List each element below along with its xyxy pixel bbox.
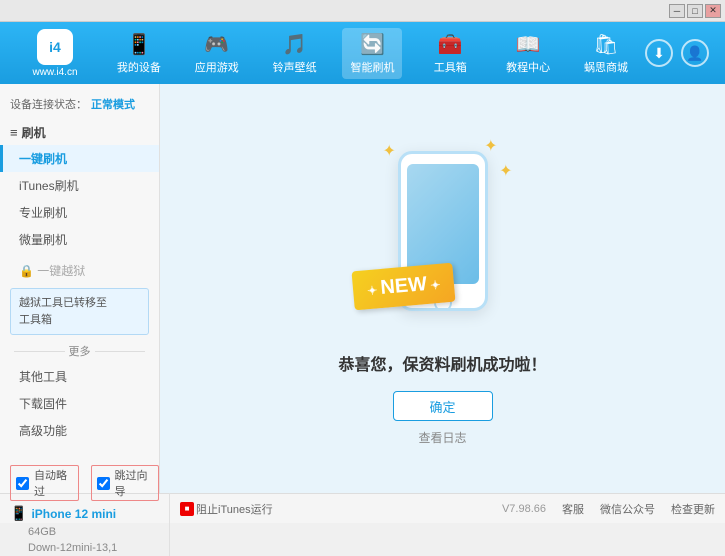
toolbox-icon: 🧰 [438,32,463,57]
divider-line-left [14,351,65,352]
smart-flash-label: 智能刷机 [350,59,394,75]
version-text: V7.98.66 [502,503,546,515]
phone-illustration: ✦ ✦ ✦ NEW [363,131,523,331]
device-storage: 64GB [28,526,56,538]
device-model-row: Down-12mini-13,1 [0,540,169,556]
app-games-icon: 🎮 [204,32,229,57]
maximize-button[interactable]: □ [687,4,703,18]
skip-wizard-input[interactable] [97,477,110,490]
nav-items: 📱 我的设备 🎮 应用游戏 🎵 铃声壁纸 🔄 智能刷机 🧰 工具箱 📖 教程中心… [100,28,645,79]
download-button[interactable]: ⬇ [645,39,673,67]
divider-line-right [95,351,146,352]
status-value: 正常模式 [91,96,135,112]
title-bar: ─ □ ✕ [0,0,725,22]
my-device-icon: 📱 [126,32,151,57]
skip-wizard-checkbox[interactable]: 跳过向导 [91,465,160,501]
logo-subtext: www.i4.cn [32,67,77,78]
logo-icon: i4 [37,29,73,65]
sidebar-item-jailbreak: 🔒 一键越狱 [0,257,159,284]
minimize-button[interactable]: ─ [669,4,685,18]
flash-section: ≡ 刷机 一键刷机 iTunes刷机 专业刷机 微量刷机 [0,116,159,257]
device-storage-row: 64GB [0,524,169,540]
app-games-label: 应用游戏 [195,59,239,75]
sidebar-item-itunes-flash[interactable]: iTunes刷机 [0,172,159,199]
device-checkboxes: 自动略过 跳过向导 [0,461,169,503]
jailbreak-notice: 越狱工具已转移至 工具箱 [10,288,149,335]
sparkle-2: ✦ [484,136,497,156]
nav-tutorial[interactable]: 📖 教程中心 [498,28,558,79]
device-status: 设备连接状态： 正常模式 [0,92,159,116]
sidebar-item-other-tools[interactable]: 其他工具 [0,363,159,390]
tutorial-icon: 📖 [516,32,541,57]
sparkle-3: ✦ [499,161,512,181]
device-info-row: 📱 iPhone 12 mini [0,503,169,524]
window-controls: ─ □ ✕ [669,4,721,18]
nav-app-games[interactable]: 🎮 应用游戏 [187,28,247,79]
auto-skip-label: 自动略过 [34,467,73,499]
bottom-bar: 自动略过 跳过向导 📱 iPhone 12 mini 64GB Down-12m… [0,493,725,523]
sidebar-item-one-click-flash[interactable]: 一键刷机 [0,145,159,172]
sidebar: 设备连接状态： 正常模式 ≡ 刷机 一键刷机 iTunes刷机 专业刷机 微量刷… [0,84,160,493]
nav-ringtone[interactable]: 🎵 铃声壁纸 [265,28,325,79]
flash-section-icon: ≡ [10,125,18,140]
nav-my-device[interactable]: 📱 我的设备 [109,28,169,79]
logo-area: i4 www.i4.cn [10,29,100,78]
user-button[interactable]: 👤 [681,39,709,67]
stop-itunes-label[interactable]: 阻止iTunes运行 [196,501,273,517]
header-right: ⬇ 👤 [645,39,715,67]
device-model: Down-12mini-13,1 [28,542,117,554]
sidebar-item-advanced-features[interactable]: 高级功能 [0,417,159,444]
weisi-mall-icon: 🛍 [593,32,618,57]
sparkle-1: ✦ [383,141,396,161]
header: i4 www.i4.cn 📱 我的设备 🎮 应用游戏 🎵 铃声壁纸 🔄 智能刷机… [0,22,725,84]
ringtone-icon: 🎵 [282,32,307,57]
nav-smart-flash[interactable]: 🔄 智能刷机 [342,28,402,79]
toolbox-label: 工具箱 [434,59,467,75]
content-area: ✦ ✦ ✦ NEW 恭喜您，保资料刷机成功啦！ 确定 查看日志 [160,84,725,493]
weisi-mall-label: 蜗思商城 [584,59,628,75]
confirm-button[interactable]: 确定 [393,391,493,421]
close-button[interactable]: ✕ [705,4,721,18]
success-text: 恭喜您，保资料刷机成功啦！ [338,351,546,375]
main-area: 设备连接状态： 正常模式 ≡ 刷机 一键刷机 iTunes刷机 专业刷机 微量刷… [0,84,725,493]
stop-itunes-row: ■ 阻止iTunes运行 [170,501,283,517]
tutorial-label: 教程中心 [506,59,550,75]
bottom-right-links: V7.98.66 客服 微信公众号 检查更新 [502,501,725,517]
sidebar-item-pro-flash[interactable]: 专业刷机 [0,199,159,226]
customer-service-link[interactable]: 客服 [562,501,584,517]
nav-weisi-mall[interactable]: 🛍 蜗思商城 [576,28,636,79]
flash-section-label: 刷机 [22,124,46,141]
wechat-public-link[interactable]: 微信公众号 [600,501,655,517]
auto-skip-checkbox[interactable]: 自动略过 [10,465,79,501]
smart-flash-icon: 🔄 [360,32,385,57]
sidebar-item-small-flash[interactable]: 微量刷机 [0,226,159,253]
more-section-divider: 更多 [0,339,159,363]
device-name: iPhone 12 mini [31,507,116,521]
nav-toolbox[interactable]: 🧰 工具箱 [420,28,480,79]
skip-wizard-label: 跳过向导 [115,467,154,499]
flash-section-header: ≡ 刷机 [0,120,159,145]
auto-skip-input[interactable] [16,477,29,490]
my-device-label: 我的设备 [117,59,161,75]
sidebar-item-download-firmware[interactable]: 下载固件 [0,390,159,417]
ringtone-label: 铃声壁纸 [273,59,317,75]
device-icon: 📱 [10,505,27,522]
more-label: 更多 [69,343,91,359]
check-update-link[interactable]: 检查更新 [671,501,715,517]
stop-icon: ■ [180,502,194,516]
bottom-left: 自动略过 跳过向导 📱 iPhone 12 mini 64GB Down-12m… [0,461,170,556]
tutorial-link[interactable]: 查看日志 [418,429,466,446]
status-label: 设备连接状态： [10,96,87,112]
